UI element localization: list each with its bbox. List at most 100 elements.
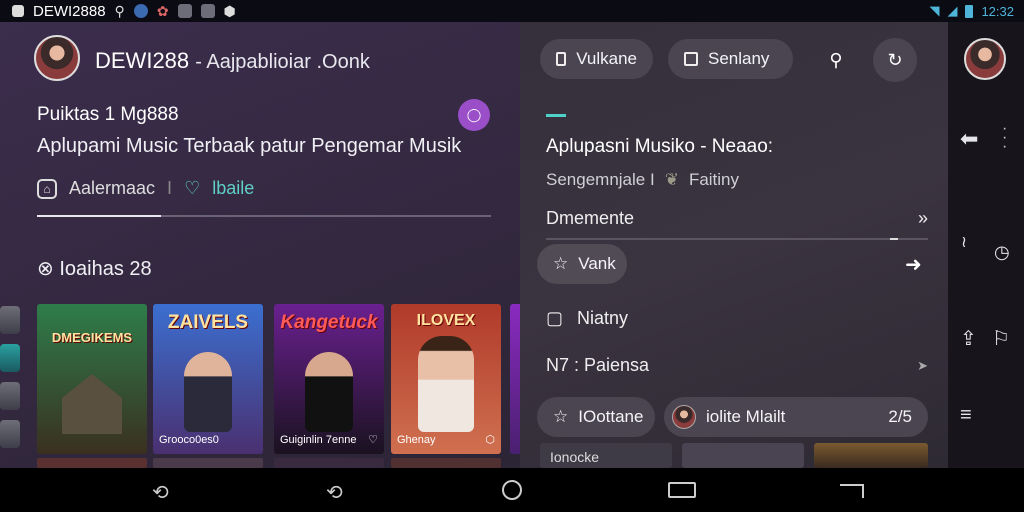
gallery-icon — [200, 4, 215, 18]
status-time: 12:32 — [981, 3, 1014, 19]
star-icon: ☆ — [553, 407, 569, 426]
shield-icon[interactable]: ⬡ — [485, 433, 495, 446]
panel-title: Aplupasni Musiko - Neaao: — [546, 136, 774, 157]
chip-label: iolite Mlailt — [706, 407, 786, 426]
card-under — [274, 458, 384, 468]
row-paiensa[interactable]: N7 : Paiensa ➤ — [546, 355, 928, 376]
ioottane-chip[interactable]: ☆ IOottane — [537, 397, 655, 437]
photo-icon — [177, 4, 192, 18]
left-pane: DEWI288 - Aajpablioiar .Oonk Puiktas 1 M… — [0, 22, 520, 468]
menu-icon[interactable]: ≡ — [948, 404, 1024, 427]
now-playing-chip[interactable]: iolite Mlailt 2/5 — [664, 397, 928, 437]
album-card[interactable]: DMEGIKEMS — [37, 304, 147, 454]
card-peek[interactable] — [510, 304, 520, 454]
clock-icon[interactable]: ◷ — [948, 242, 1024, 263]
flag-icon[interactable]: ⚐ — [948, 326, 1024, 351]
tab-underline — [37, 215, 491, 217]
leaf-icon: ❦ — [664, 170, 679, 189]
app-window: DEWI288 - Aajpablioiar .Oonk Puiktas 1 M… — [0, 22, 948, 468]
tab-indicator — [37, 215, 161, 217]
star-icon: ☆ — [553, 254, 569, 273]
more-icon[interactable]: · · · — [1002, 121, 1007, 155]
card-under — [153, 458, 263, 468]
album-card[interactable]: ZAIVELS Grooco0es0 — [153, 304, 263, 454]
tab-senlany[interactable]: Senlany — [668, 39, 793, 79]
side-thumb[interactable] — [0, 420, 20, 448]
app-name: DEWI288 — [95, 48, 190, 73]
link-icon: ⊗ — [37, 258, 54, 280]
side-thumb[interactable] — [0, 382, 20, 410]
divider-indicator — [890, 238, 898, 240]
flower-icon: ✿ — [156, 2, 169, 19]
refresh-button[interactable]: ↻ — [873, 38, 917, 82]
forward-icon: » — [917, 208, 928, 228]
card-art-figure — [305, 352, 353, 432]
message-icon: ▢ — [546, 308, 564, 328]
picture-icon — [12, 5, 24, 17]
search-button[interactable]: ⚲ — [814, 38, 858, 82]
section-label: ⊗ Ioaihas 28 — [37, 256, 152, 281]
peek-thumb[interactable] — [814, 443, 928, 468]
key-icon: ⚲ — [114, 2, 125, 19]
status-title: DEWI2888 — [33, 2, 106, 20]
chevron-right-icon: ➤ — [917, 357, 928, 373]
globe-icon — [133, 4, 148, 18]
chat-button[interactable]: ◯ — [458, 99, 490, 131]
side-thumb-strip — [0, 306, 20, 458]
peek-label: Ionocke — [550, 449, 600, 465]
sub-right: Faitiny — [688, 170, 740, 189]
side-thumb[interactable] — [0, 344, 20, 372]
tab-vulkane[interactable]: Vulkane — [540, 39, 653, 79]
heart-icon[interactable]: ♡ — [184, 178, 200, 199]
side-thumb[interactable] — [0, 306, 20, 334]
card-under — [37, 458, 147, 468]
card-title: ZAIVELS — [167, 312, 249, 333]
action-separator: I — [167, 178, 173, 198]
chat-icon: ◯ — [466, 107, 482, 122]
tab-label: Senlany — [708, 49, 770, 68]
chip-label: IOottane — [578, 407, 644, 426]
user-avatar[interactable] — [964, 38, 1006, 80]
right-rail: ⬅ · · · ≀ ◷ ⇪ ⚐ ≡ — [948, 22, 1024, 468]
battery-icon — [965, 4, 974, 18]
active-tab-indicator — [546, 114, 566, 117]
panel-subtitle: Sengemnjale I ❦ Faitiny — [546, 170, 739, 190]
peek-item[interactable]: Ionocke — [540, 443, 672, 468]
tagline: Aplupami Music Terbaak patur Pengemar Mu… — [37, 135, 462, 157]
row-label: Niatny — [577, 308, 629, 328]
back-arrow-icon[interactable]: ⬅ — [948, 126, 1024, 152]
app-subtitle: - Aajpablioiar .Oonk — [195, 51, 370, 73]
vank-chip[interactable]: ☆ Vank — [537, 244, 627, 284]
recents-icon[interactable] — [840, 484, 864, 498]
profile-avatar[interactable] — [34, 35, 80, 81]
action-1[interactable]: Aalermaac — [69, 178, 155, 199]
card-title: Kangetuck — [280, 312, 378, 333]
card-art-figure — [418, 336, 474, 432]
heart-icon[interactable]: ♡ — [368, 433, 378, 446]
album-card[interactable]: Kangetuck Guiginlin 7enne ♡ — [274, 304, 384, 454]
action-2[interactable]: lbaile — [212, 178, 254, 199]
arrow-right-icon[interactable]: ➜ — [905, 252, 922, 277]
recents-icon[interactable] — [668, 482, 696, 498]
page-heading: Puiktas 1 Mg888 — [37, 104, 179, 125]
row-dmemente[interactable]: Dmemente » — [546, 208, 928, 229]
row-label: N7 : Paiensa — [546, 355, 650, 375]
home-icon[interactable]: ⌂ — [37, 178, 57, 199]
section-label-text: Ioaihas 28 — [59, 258, 152, 280]
chip-label: Vank — [578, 254, 616, 273]
back-icon[interactable]: ⟲ — [326, 480, 343, 505]
row-niatny[interactable]: ▢ Niatny — [546, 308, 928, 329]
card-art-figure — [184, 352, 232, 432]
peek-thumb[interactable] — [682, 443, 804, 468]
row-label: Dmemente — [546, 208, 635, 228]
tab-label: Vulkane — [576, 49, 637, 68]
sub-left: Sengemnjale I — [546, 170, 655, 189]
wifi-icon: ◥ — [929, 3, 940, 18]
home-circle-icon[interactable] — [502, 480, 522, 500]
album-card[interactable]: ILOVEX Ghenay ⬡ — [391, 304, 501, 454]
back-icon[interactable]: ⟲ — [152, 480, 169, 505]
system-nav-bar: ⟲ ⟲ — [0, 468, 1024, 512]
card-title: ILOVEX — [416, 312, 476, 329]
card-caption: Guiginlin 7enne — [280, 433, 357, 446]
checkbox-icon — [684, 52, 698, 66]
